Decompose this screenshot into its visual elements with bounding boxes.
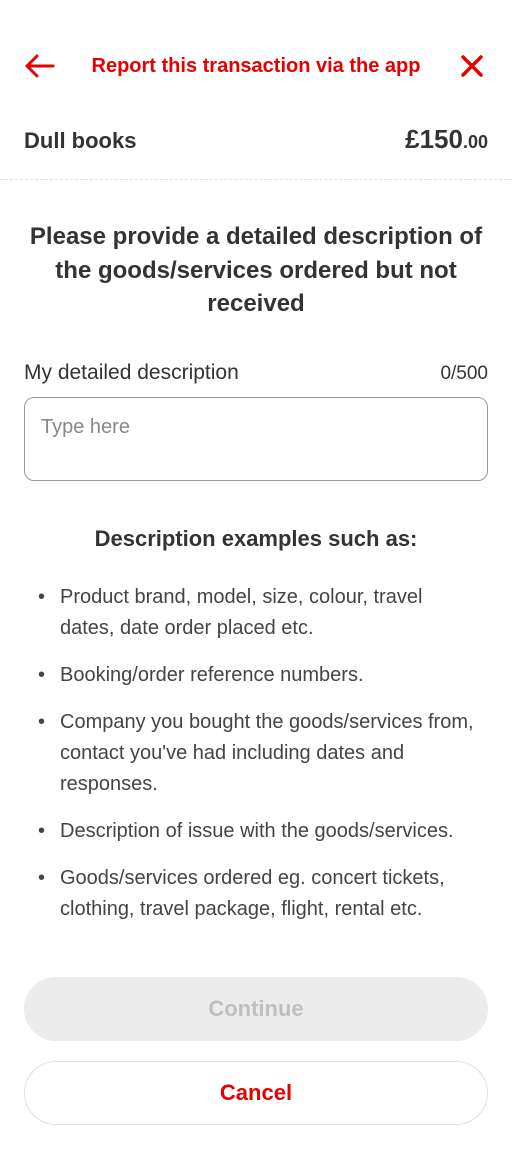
list-item: Product brand, model, size, colour, trav…	[32, 582, 480, 644]
form-content: Please provide a detailed description of…	[0, 180, 512, 959]
merchant-name: Dull books	[24, 128, 136, 154]
amount-currency: £	[405, 124, 419, 154]
question-text: Please provide a detailed description of…	[24, 220, 488, 321]
merchant-summary: Dull books £150.00	[0, 106, 512, 180]
continue-button[interactable]: Continue	[24, 977, 488, 1041]
list-item: Company you bought the goods/services fr…	[32, 707, 480, 800]
examples-list: Product brand, model, size, colour, trav…	[24, 582, 488, 925]
char-count: 0/500	[440, 363, 488, 385]
arrow-left-icon	[25, 54, 55, 78]
description-input[interactable]	[24, 397, 488, 481]
examples-heading: Description examples such as:	[24, 526, 488, 552]
header-bar: Report this transaction via the app	[0, 0, 512, 106]
field-label: My detailed description	[24, 361, 239, 385]
close-button[interactable]	[456, 50, 488, 82]
list-item: Booking/order reference numbers.	[32, 660, 480, 691]
amount-whole: 150	[420, 124, 463, 154]
back-button[interactable]	[24, 50, 56, 82]
button-area: Continue Cancel	[0, 959, 512, 1153]
close-icon	[461, 55, 483, 77]
list-item: Description of issue with the goods/serv…	[32, 816, 480, 847]
list-item: Goods/services ordered eg. concert ticke…	[32, 863, 480, 925]
cancel-button[interactable]: Cancel	[24, 1061, 488, 1125]
field-label-row: My detailed description 0/500	[24, 361, 488, 385]
transaction-amount: £150.00	[405, 124, 488, 155]
amount-decimal: .00	[463, 132, 488, 152]
header-title: Report this transaction via the app	[56, 55, 456, 78]
